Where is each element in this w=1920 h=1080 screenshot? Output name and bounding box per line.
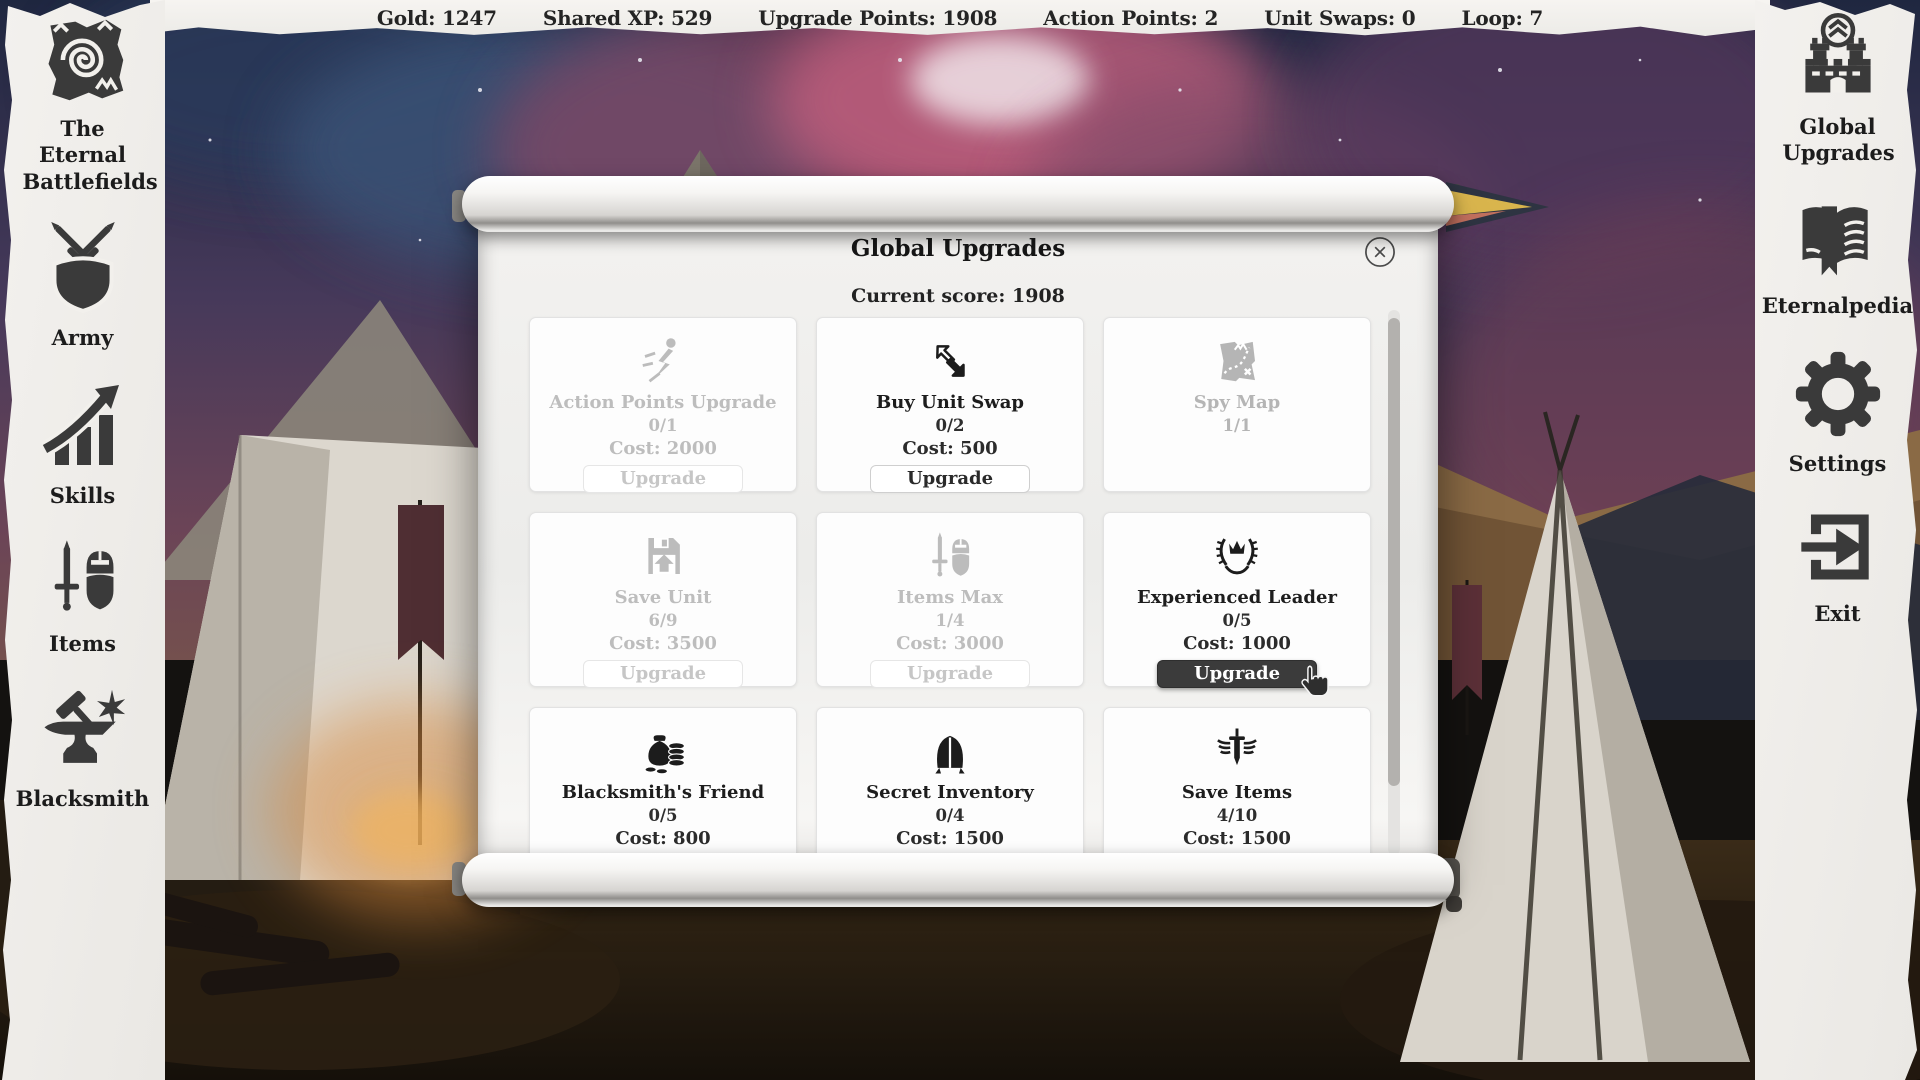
- modal-title: Global Upgrades: [478, 235, 1438, 262]
- sidebar-item-settings[interactable]: Settings: [1789, 347, 1887, 477]
- crossed-swords-shield-icon: [34, 217, 132, 319]
- modal-scrollbar-thumb[interactable]: [1388, 318, 1400, 786]
- card-count: 0/5: [1104, 610, 1370, 631]
- hand-cursor: [1300, 664, 1330, 698]
- scroll-rod-cap: [1446, 896, 1462, 912]
- card-title: Secret Inventory: [817, 782, 1083, 804]
- card-cost: Cost: 1500: [1104, 828, 1370, 850]
- card-count: 0/4: [817, 805, 1083, 826]
- sword-helmet-shield-icon: [40, 535, 126, 625]
- sidebar-item-global-upgrades[interactable]: Global Upgrades: [1783, 12, 1893, 167]
- sidebar-item-label: Items: [49, 631, 116, 657]
- winged-sword-icon: [1104, 724, 1370, 778]
- sidebar-item-skills[interactable]: Skills: [35, 377, 131, 509]
- upgrade-button[interactable]: Upgrade: [583, 660, 743, 688]
- sidebar-item-exit[interactable]: Exit: [1794, 503, 1882, 627]
- shared-xp-stat: Shared XP: 529: [543, 6, 712, 30]
- card-title: Buy Unit Swap: [817, 392, 1083, 414]
- loop-stat: Loop: 7: [1462, 6, 1544, 30]
- rising-chart-icon: [35, 377, 131, 477]
- dash-figure-icon: [530, 334, 796, 388]
- card-cost: Cost: 3000: [817, 633, 1083, 655]
- open-book-icon: [1791, 191, 1883, 287]
- gold-stat: Gold: 1247: [377, 6, 497, 30]
- card-count: 4/10: [1104, 805, 1370, 826]
- castle-chevron-icon: [1792, 12, 1884, 108]
- upgrade-card-buy-unit-swap: Buy Unit Swap 0/2 Cost: 500 Upgrade: [816, 317, 1084, 492]
- card-cost: Cost: 1500: [817, 828, 1083, 850]
- card-count: 0/2: [817, 415, 1083, 436]
- spy-map-icon: [1104, 334, 1370, 388]
- swap-arrows-icon: [817, 334, 1083, 388]
- upgrade-card-save-items: Save Items 4/10 Cost: 1500 Upgrade: [1103, 707, 1371, 865]
- card-title: Save Unit: [530, 587, 796, 609]
- upgrade-card-items-max: Items Max 1/4 Cost: 3000 Upgrade: [816, 512, 1084, 687]
- upgrade-card-action-points: Action Points Upgrade 0/1 Cost: 2000 Upg…: [529, 317, 797, 492]
- sidebar-item-label: Global Upgrades: [1783, 114, 1893, 167]
- sidebar-item-army[interactable]: Army: [34, 217, 132, 351]
- sidebar-item-label: Blacksmith: [16, 786, 150, 812]
- gear-icon: [1791, 347, 1885, 445]
- card-cost: Cost: 800: [530, 828, 796, 850]
- laurel-crown-icon: [1104, 529, 1370, 583]
- sidebar-item-items[interactable]: Items: [40, 535, 126, 657]
- sidebar-item-label: Army: [52, 325, 114, 351]
- modal-scrollbar-track[interactable]: [1388, 310, 1400, 855]
- card-cost: Cost: 3500: [530, 633, 796, 655]
- close-button[interactable]: [1364, 236, 1396, 268]
- sword-helmet-shield-icon: [817, 529, 1083, 583]
- card-title: Experienced Leader: [1104, 587, 1370, 609]
- upgrade-button[interactable]: Upgrade: [870, 465, 1030, 493]
- card-title: Action Points Upgrade: [530, 392, 796, 414]
- card-count: 6/9: [530, 610, 796, 631]
- card-cost: Cost: 2000: [530, 438, 796, 460]
- upgrade-card-blacksmiths-friend: Blacksmith's Friend 0/5 Cost: 800 Upgrad…: [529, 707, 797, 865]
- unit-swaps-stat: Unit Swaps: 0: [1264, 6, 1415, 30]
- upgrade-card-save-unit: Save Unit 6/9 Cost: 3500 Upgrade: [529, 512, 797, 687]
- sidebar-item-label: Settings: [1789, 451, 1887, 477]
- card-title: Save Items: [1104, 782, 1370, 804]
- upgrade-card-secret-inventory: Secret Inventory 0/4 Cost: 1500 Upgrade: [816, 707, 1084, 865]
- sidebar-item-label: Eternalpedia: [1762, 293, 1913, 319]
- close-icon: [1364, 236, 1396, 268]
- game-screen: Gold: 1247 Shared XP: 529 Upgrade Points…: [0, 0, 1920, 1080]
- card-title: Blacksmith's Friend: [530, 782, 796, 804]
- card-count: 0/5: [530, 805, 796, 826]
- modal-body: Global Upgrades Current score: 1908: [478, 205, 1438, 865]
- current-score: Current score: 1908: [478, 285, 1438, 307]
- upgrade-button[interactable]: Upgrade: [1157, 660, 1317, 688]
- sidebar-item-eternalpedia[interactable]: Eternalpedia: [1762, 191, 1913, 319]
- card-cost: Cost: 1000: [1104, 633, 1370, 655]
- scroll-top-roll: [462, 176, 1454, 232]
- card-cost: Cost: 500: [817, 438, 1083, 460]
- upgrade-card-spy-map: Spy Map 1/1: [1103, 317, 1371, 492]
- upgrade-button[interactable]: Upgrade: [870, 660, 1030, 688]
- card-count: 0/1: [530, 415, 796, 436]
- scroll-bottom-roll: [462, 853, 1454, 907]
- sidebar-item-eternal-battlefields[interactable]: The Eternal Battlefields: [23, 14, 143, 195]
- anvil-hammer-icon: [37, 686, 127, 780]
- floppy-save-icon: [530, 529, 796, 583]
- sidebar-item-label: Exit: [1814, 601, 1860, 627]
- left-sidebar: The Eternal Battlefields: [0, 0, 165, 1080]
- sidebar-item-label: The Eternal Battlefields: [23, 116, 143, 195]
- card-count: 1/4: [817, 610, 1083, 631]
- upgrade-button[interactable]: Upgrade: [583, 465, 743, 493]
- spiral-map-icon: [37, 14, 129, 110]
- card-count: 1/1: [1104, 415, 1370, 436]
- upgrade-points-stat: Upgrade Points: 1908: [758, 6, 997, 30]
- right-sidebar: Global Upgrades Eternalpedia: [1755, 0, 1920, 1080]
- card-title: Items Max: [817, 587, 1083, 609]
- money-bag-coins-icon: [530, 724, 796, 778]
- upgrade-card-experienced-leader: Experienced Leader 0/5 Cost: 1000 Upgrad…: [1103, 512, 1371, 687]
- exit-arrow-icon: [1794, 503, 1882, 595]
- sidebar-item-blacksmith[interactable]: Blacksmith: [16, 686, 150, 812]
- sidebar-item-label: Skills: [50, 483, 115, 509]
- card-title: Spy Map: [1104, 392, 1370, 414]
- chest-icon: [817, 724, 1083, 778]
- upgrade-card-grid: Action Points Upgrade 0/1 Cost: 2000 Upg…: [529, 317, 1371, 865]
- scroll-flag-tip: [1446, 180, 1552, 236]
- action-points-stat: Action Points: 2: [1043, 6, 1218, 30]
